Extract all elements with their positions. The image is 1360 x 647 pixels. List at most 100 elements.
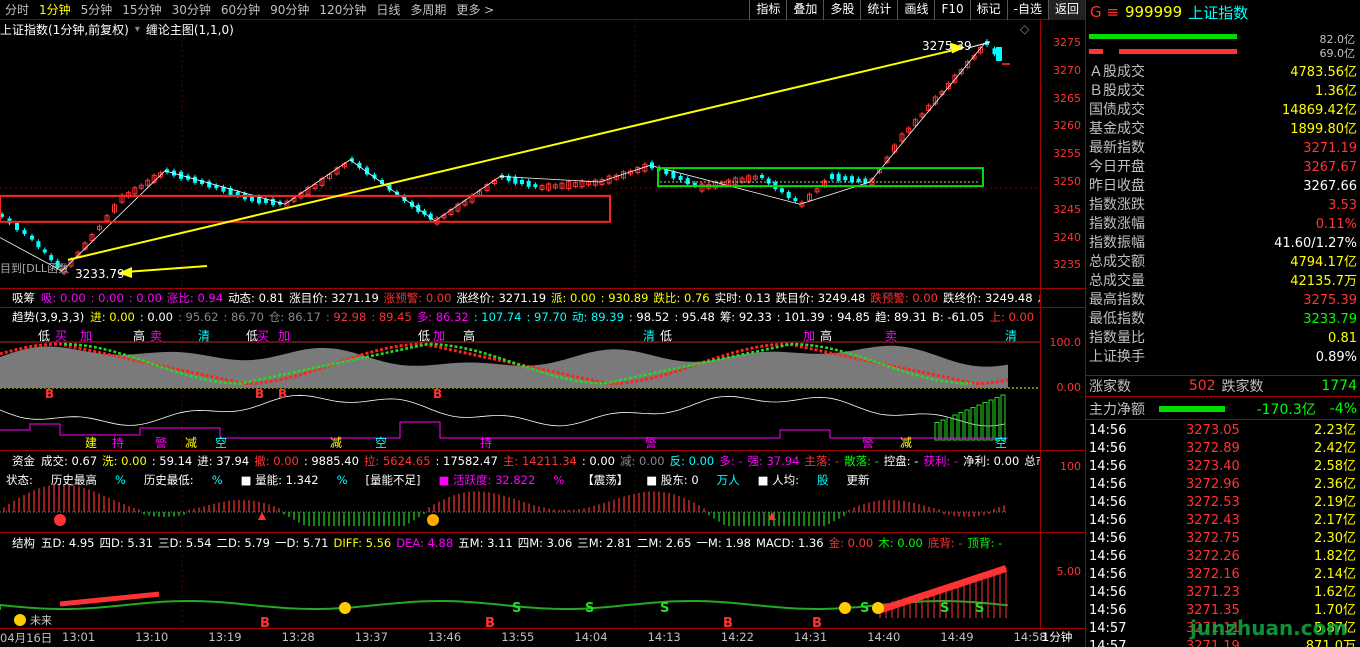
- candle-body: [533, 184, 538, 188]
- indicator-value: : 17582.47: [435, 454, 498, 468]
- indicator-value: : 95.62: [178, 310, 219, 324]
- sell-signal-text: S: [940, 601, 949, 616]
- status-value: %: [114, 473, 126, 487]
- tick-volume: 2.36亿: [1314, 477, 1356, 492]
- stat-value: 41.60/1.27%: [1274, 236, 1357, 251]
- stat-row: 上证换手 0.89%: [1086, 348, 1360, 367]
- trend-tag-top: 高: [820, 328, 832, 343]
- trend-tag-bottom: 警: [645, 435, 657, 450]
- tick-price: 3273.40: [1186, 459, 1240, 474]
- net-value: -170.3亿: [1256, 401, 1316, 418]
- trend-tag-top: 加: [278, 329, 290, 343]
- indicator-name[interactable]: 结构: [12, 536, 35, 550]
- buy-signal-text: B: [255, 387, 264, 401]
- time-tick: 13:10: [135, 630, 169, 644]
- candle-body: [22, 230, 27, 235]
- period-label[interactable]: 1分钟: [1042, 629, 1072, 645]
- candle-body: [49, 255, 54, 261]
- stock-code: 999999: [1124, 3, 1183, 21]
- candle-body: [843, 176, 848, 181]
- indicator-value: 动: 89.39: [571, 310, 624, 324]
- indicator-value: 进: 0.00: [90, 310, 135, 324]
- indicator-value: : 92.98: [325, 310, 367, 324]
- status-value: 万人: [716, 473, 740, 487]
- stat-row: Ｂ股成交 1.36亿: [1086, 82, 1360, 101]
- status-value: ■ 人均:: [757, 473, 800, 487]
- indicator-value: 筹: 92.33: [719, 310, 772, 324]
- stat-label: 今日开盘: [1089, 159, 1145, 175]
- capital-axis-100: 100: [1060, 460, 1081, 473]
- capital-status-line: 状态: 历史最高% 历史最低:% ■ 量能: 1.342% [量能不足] ■ 活跃度: 3…: [0, 472, 1040, 488]
- indicator-value: DIFF: 5.56: [333, 536, 392, 550]
- tool-button-8[interactable]: 返回: [1047, 0, 1085, 20]
- time-tick: 13:37: [354, 630, 388, 644]
- stat-value: 0.89%: [1315, 350, 1357, 365]
- stat-row: 基金成交 1899.80亿: [1086, 120, 1360, 139]
- indicator-name[interactable]: 资金: [12, 454, 35, 468]
- indicator-name[interactable]: 吸筹: [12, 291, 35, 305]
- indicator-value: 底背: -: [927, 536, 963, 550]
- indicator-value: 木: 0.00: [878, 536, 923, 550]
- stat-value: 42135.7万: [1290, 274, 1357, 289]
- indicator-value: 洗: 0.00: [102, 454, 147, 468]
- price-tick: 3275: [1053, 36, 1081, 49]
- indicator-value: : 101.39: [776, 310, 825, 324]
- indicator-value: 控盘: -: [883, 454, 919, 468]
- low-arrow-line: [124, 265, 208, 273]
- indicator-value: 涨预警: 0.00: [383, 291, 452, 305]
- stat-row: 指数涨跌 3.53: [1086, 196, 1360, 215]
- trend-indicator-line: 趋势(3,9,3,3) 进: 0.00: 0.00: 95.62: 86.70 仓:…: [0, 309, 1040, 325]
- trend-tag-top: 低: [38, 329, 50, 343]
- quote-header: G ≡ 999999 上证指数: [1086, 0, 1360, 24]
- tick-time: 14:56: [1089, 603, 1127, 618]
- candle-body: [836, 173, 841, 181]
- status-value: 历史最高: [50, 473, 97, 487]
- indicator-value: 派: 0.00: [551, 291, 596, 305]
- tick-row: 14:56 3273.05 2.23亿: [1086, 422, 1360, 440]
- indicator-value: 四M: 3.06: [517, 536, 573, 550]
- time-tick: 14:22: [720, 630, 754, 644]
- buy-signal-text: B: [260, 616, 270, 628]
- tick-time: 14:56: [1089, 549, 1127, 564]
- candle-body: [271, 199, 275, 206]
- signal-bar: [988, 399, 994, 441]
- indicator-value: : 89.45: [371, 310, 412, 324]
- status-value: 状态:: [6, 473, 33, 487]
- stat-label: 最高指数: [1089, 292, 1145, 308]
- candle-body: [207, 181, 212, 188]
- status-value: %: [211, 473, 223, 487]
- stat-value: 3275.39: [1303, 293, 1357, 308]
- stat-label: 总成交量: [1089, 273, 1145, 289]
- stat-value: 3267.67: [1303, 160, 1357, 175]
- stat-label: Ａ股成交: [1089, 64, 1145, 80]
- index-stats: Ａ股成交 4783.56亿 Ｂ股成交 1.36亿 国债成交 14869.42亿 基金成交 18…: [1086, 63, 1360, 367]
- stat-value: 3233.79: [1303, 312, 1357, 327]
- watermark: junzhuan.com: [1190, 616, 1348, 640]
- down-label: 跌家数: [1221, 379, 1264, 395]
- candle-body: [850, 176, 854, 183]
- tick-time: 14:56: [1089, 441, 1127, 456]
- capital-indicator-line: 资金 成交: 0.67 洗: 0.00: 59.14 进: 37.94 撤: 0.00:…: [0, 453, 1040, 469]
- tick-time: 14:56: [1089, 495, 1127, 510]
- tick-time: 14:56: [1089, 423, 1127, 438]
- stat-row: 最新指数 3271.19: [1086, 139, 1360, 158]
- sell-signal-text: S: [860, 601, 869, 616]
- stat-row: 总成交额 4794.17亿: [1086, 253, 1360, 272]
- trend-axis-0: 0.00: [1056, 381, 1082, 394]
- tick-volume: 1.62亿: [1314, 585, 1356, 600]
- high-annotation: 3275.39: [922, 39, 972, 53]
- time-tick: 14:40: [867, 630, 901, 644]
- stat-value: 0.81: [1328, 331, 1357, 346]
- trend-tag-top: 清: [198, 329, 210, 343]
- indicator-name[interactable]: 趋势(3,9,3,3): [12, 310, 84, 324]
- stat-value: 0.11%: [1315, 217, 1357, 232]
- tick-time: 14:56: [1089, 567, 1127, 582]
- indicator-value: 仓: 86.17: [268, 310, 321, 324]
- time-tick: 13:46: [428, 630, 462, 644]
- buy-signal-text: B: [485, 616, 495, 628]
- tick-list[interactable]: 14:56 3273.05 2.23亿 14:56 3272.89 2.42亿 14:56 3…: [1086, 422, 1360, 647]
- stat-label: 最低指数: [1089, 311, 1145, 327]
- indicator-value: 拉: 5624.65: [363, 454, 431, 468]
- step-line: [0, 421, 1008, 439]
- stat-value: 4794.17亿: [1290, 255, 1357, 270]
